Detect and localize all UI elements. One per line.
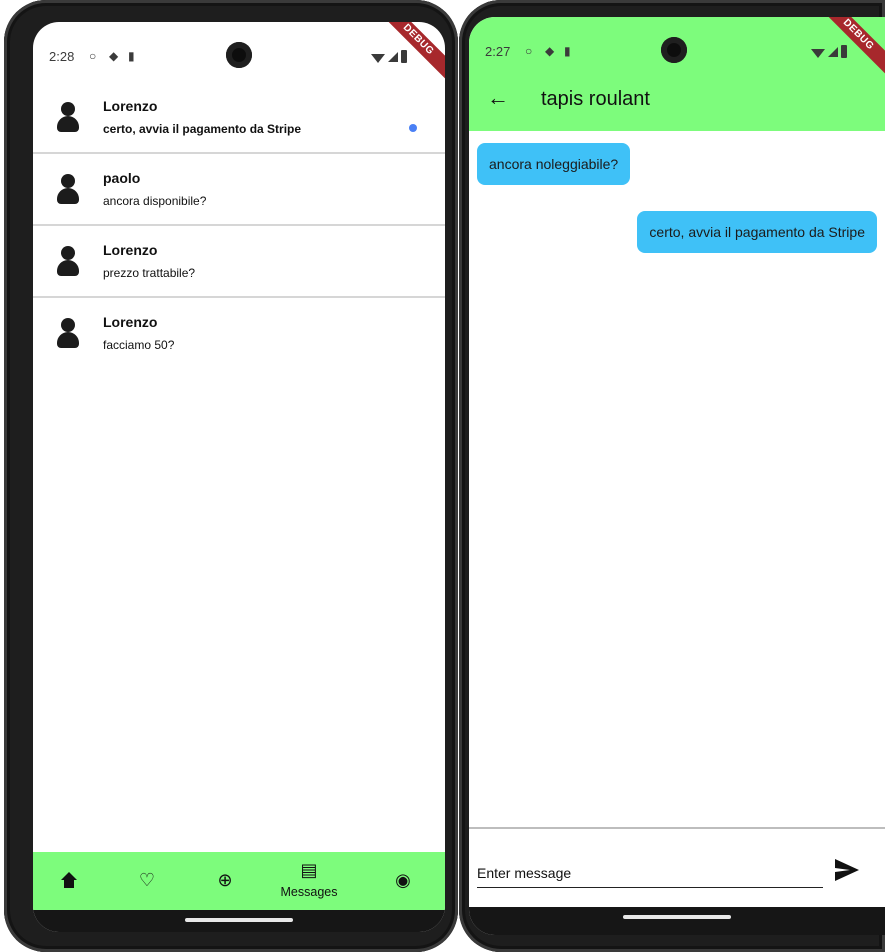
chat-list-screen: 2:28 ○ ◆ ▮ DEBUG Lorenzo certo, avvia il…	[33, 22, 445, 932]
conversation-item[interactable]: Lorenzo facciamo 50?	[33, 298, 445, 368]
home-icon	[61, 872, 77, 888]
gesture-bar	[469, 907, 885, 935]
camera-cutout	[661, 37, 687, 63]
home-indicator[interactable]	[623, 915, 731, 919]
message-icon: ▤	[300, 860, 318, 880]
gesture-bar	[33, 910, 445, 932]
phone-frame-right: 2:27 ○ ◆ ▮ DEBUG ← tapis roulant ancora …	[459, 0, 885, 952]
wifi-icon	[811, 49, 825, 58]
nav-messages-label: Messages	[280, 885, 338, 899]
bottom-navigation: ♡ ⊕ ▤ Messages ◉	[33, 852, 445, 910]
nav-home[interactable]	[39, 852, 99, 910]
vpn-icon: ○	[89, 49, 97, 63]
person-icon	[57, 174, 79, 204]
signal-icon	[388, 52, 398, 62]
nav-profile[interactable]: ◉	[373, 852, 433, 910]
account-circle-icon: ◉	[395, 870, 411, 890]
conversation-last-message: prezzo trattabile?	[103, 266, 196, 280]
conversation-list: Lorenzo certo, avvia il pagamento da Str…	[33, 82, 445, 368]
home-indicator[interactable]	[185, 918, 293, 922]
wifi-icon	[371, 54, 385, 63]
battery-icon	[401, 50, 407, 63]
person-icon	[57, 318, 79, 348]
add-circle-icon: ⊕	[217, 870, 233, 890]
conversation-name: paolo	[103, 170, 141, 186]
sd-card-icon: ▮	[564, 44, 571, 58]
phone-frame-left: 2:28 ○ ◆ ▮ DEBUG Lorenzo certo, avvia il…	[4, 0, 458, 952]
signal-icon	[828, 47, 838, 57]
message-input[interactable]	[477, 859, 823, 888]
chat-detail-screen: 2:27 ○ ◆ ▮ DEBUG ← tapis roulant ancora …	[469, 17, 885, 935]
composer-divider	[469, 827, 885, 829]
status-bar: 2:27 ○ ◆ ▮ DEBUG	[469, 17, 885, 80]
send-icon[interactable]	[833, 857, 861, 883]
nav-favorites[interactable]: ♡	[117, 852, 177, 910]
unread-indicator	[409, 124, 417, 132]
battery-icon	[841, 45, 847, 58]
status-time: 2:27	[485, 44, 511, 59]
camera-cutout	[226, 42, 252, 68]
person-icon	[57, 246, 79, 276]
nav-messages[interactable]: ▤ Messages	[279, 852, 339, 910]
message-bubble-sent: certo, avvia il pagamento da Stripe	[637, 211, 877, 253]
back-arrow-icon[interactable]: ←	[487, 87, 509, 109]
conversation-name: Lorenzo	[103, 314, 158, 330]
person-icon	[57, 102, 79, 132]
chat-title: tapis roulant	[541, 88, 650, 110]
message-bubble-received: ancora noleggiabile?	[477, 143, 631, 185]
conversation-name: Lorenzo	[103, 98, 158, 114]
status-bar: 2:28 ○ ◆ ▮ DEBUG	[33, 22, 445, 85]
conversation-last-message: facciamo 50?	[103, 338, 175, 352]
conversation-item[interactable]: Lorenzo certo, avvia il pagamento da Str…	[33, 82, 445, 154]
shield-icon: ◆	[545, 44, 555, 58]
sd-card-icon: ▮	[128, 49, 135, 63]
vpn-icon: ○	[525, 44, 533, 58]
conversation-item[interactable]: Lorenzo prezzo trattabile?	[33, 226, 445, 298]
conversation-item[interactable]: paolo ancora disponibile?	[33, 154, 445, 226]
status-time: 2:28	[49, 49, 75, 64]
conversation-name: Lorenzo	[103, 242, 158, 258]
shield-icon: ◆	[109, 49, 119, 63]
conversation-last-message: ancora disponibile?	[103, 194, 207, 208]
conversation-last-message: certo, avvia il pagamento da Stripe	[103, 122, 302, 136]
heart-icon: ♡	[138, 870, 156, 890]
nav-add[interactable]: ⊕	[195, 852, 255, 910]
